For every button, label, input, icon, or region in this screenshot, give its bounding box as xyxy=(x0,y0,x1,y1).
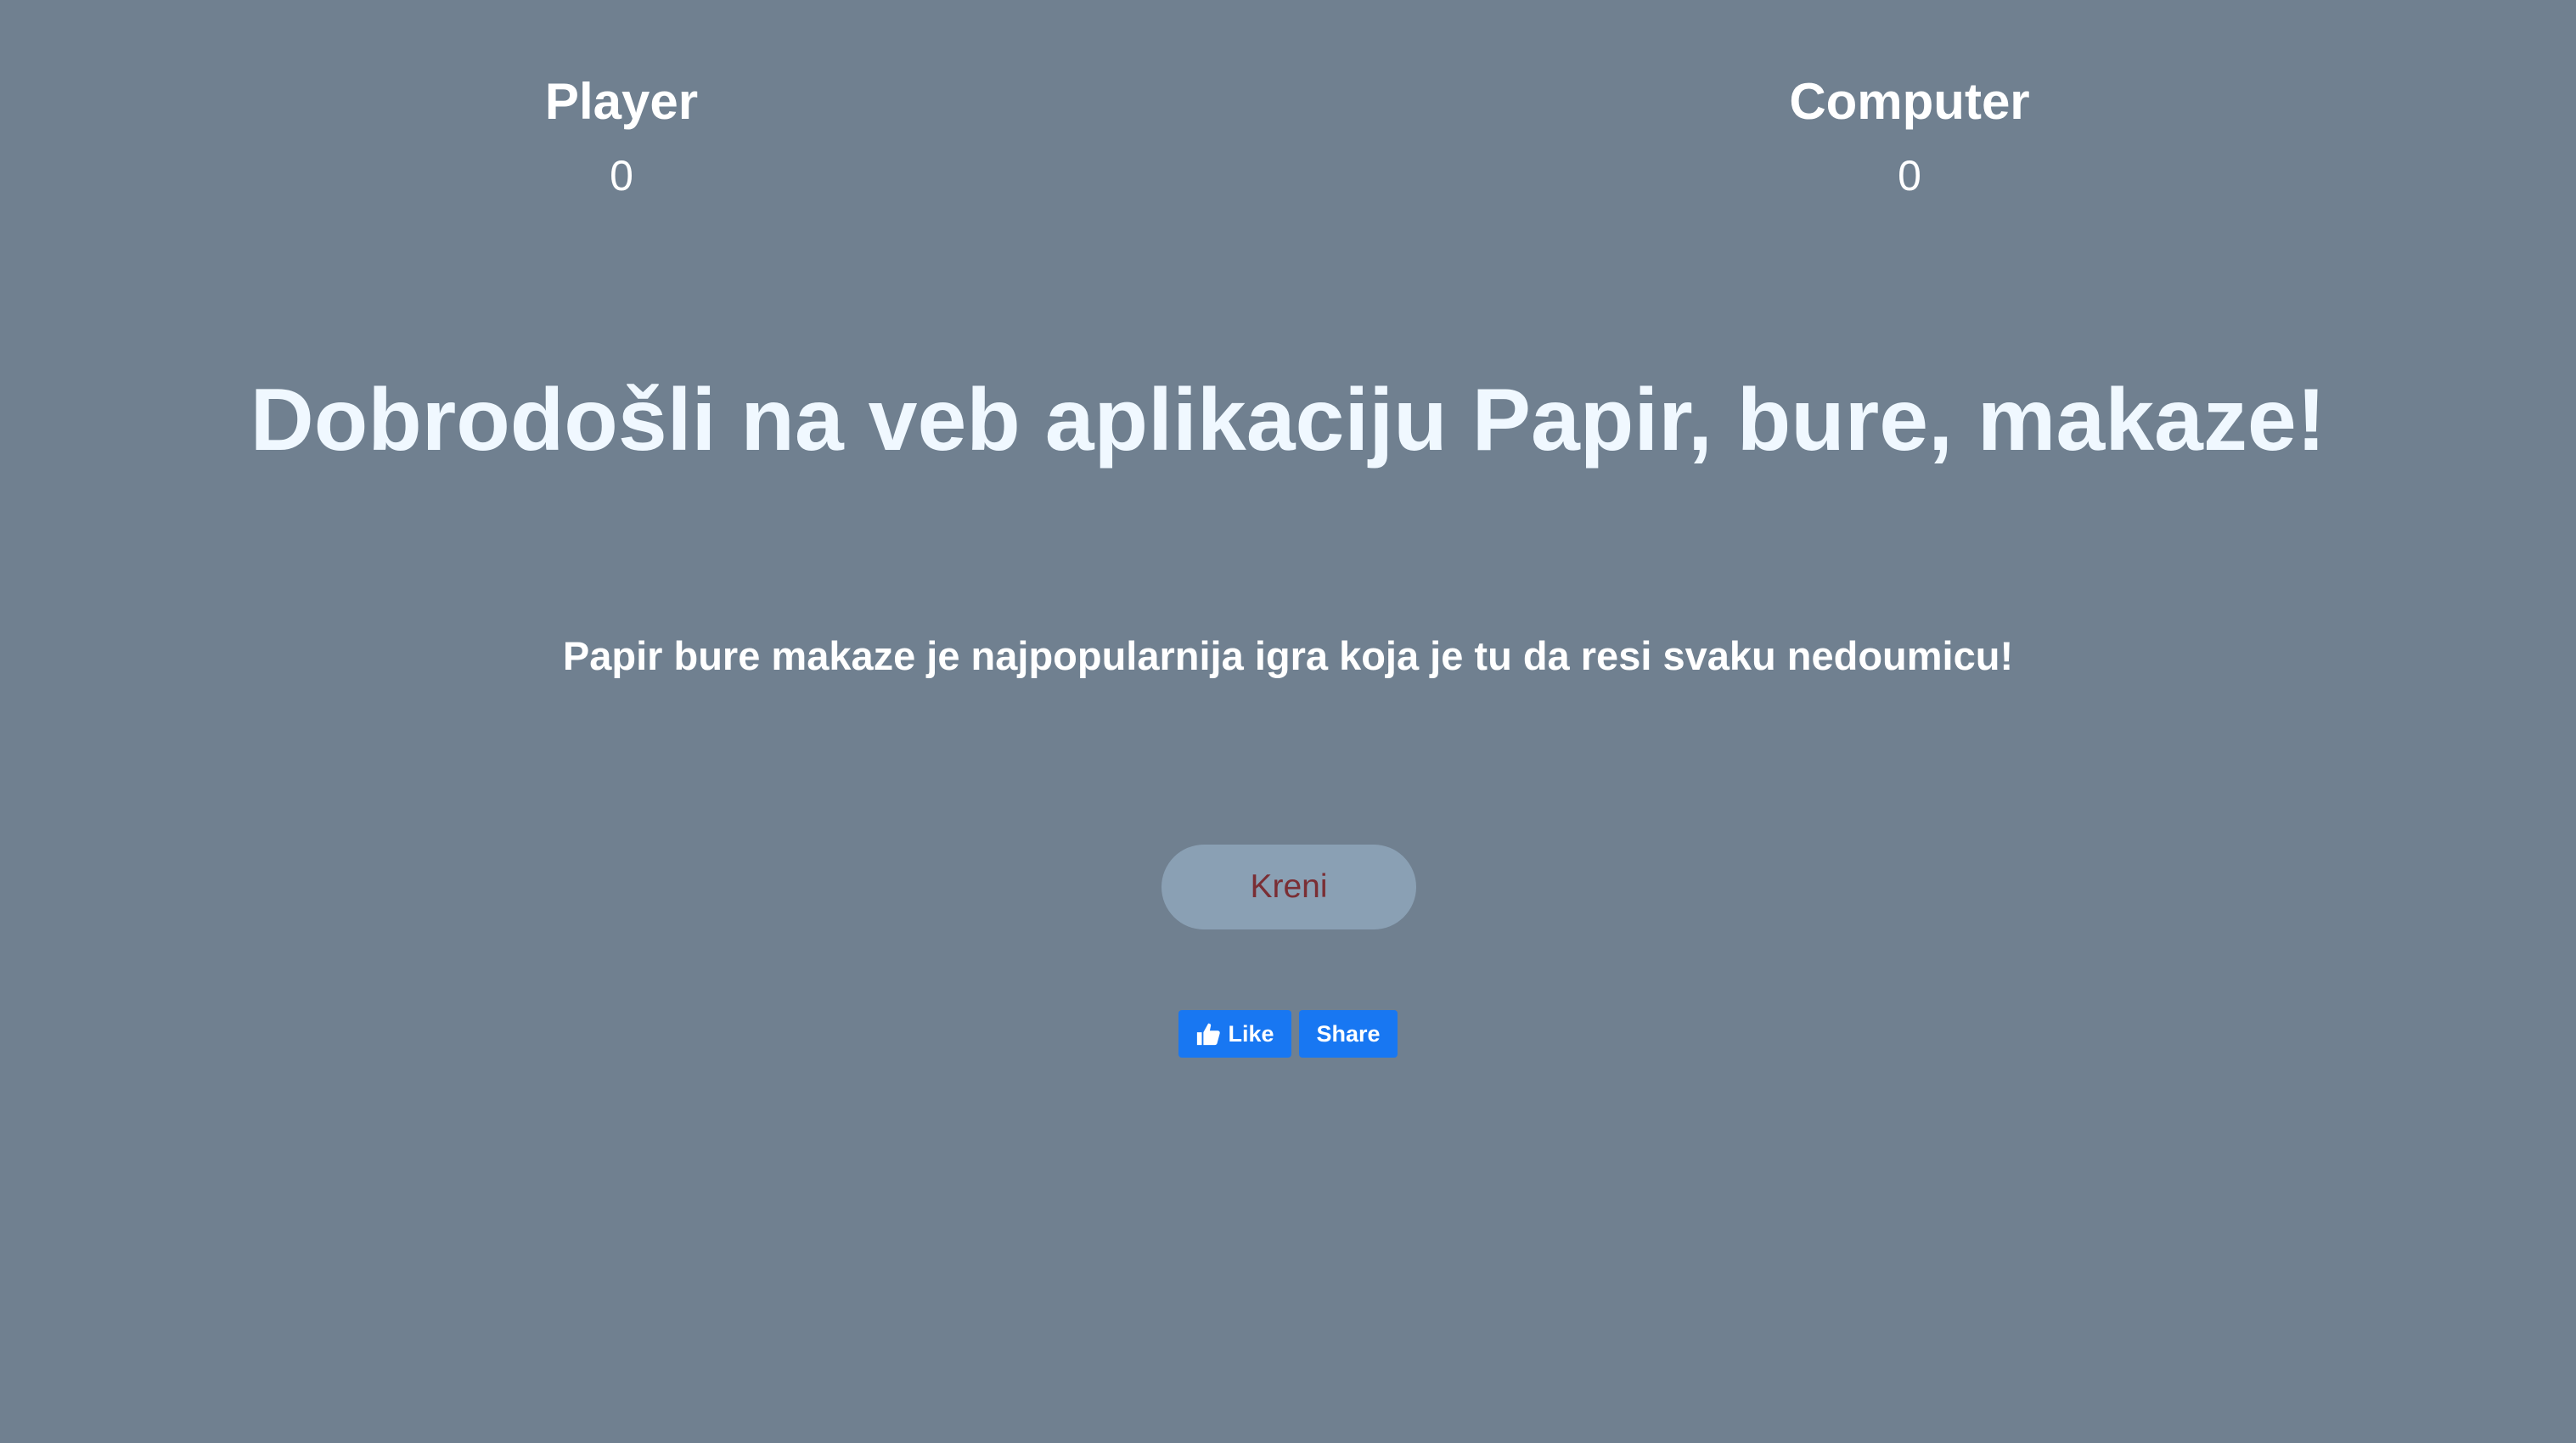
facebook-like-button[interactable]: Like xyxy=(1178,1010,1291,1058)
computer-score-panel: Computer 0 xyxy=(1697,70,2122,204)
computer-label: Computer xyxy=(1789,73,2030,130)
player-score-panel: Player 0 xyxy=(409,70,834,204)
player-label: Player xyxy=(544,73,699,130)
facebook-social-buttons: Like Share xyxy=(1178,1010,1398,1058)
thumbs-up-icon xyxy=(1195,1021,1221,1047)
facebook-like-label: Like xyxy=(1228,1020,1274,1047)
facebook-share-button[interactable]: Share xyxy=(1299,1010,1398,1058)
computer-score: 0 xyxy=(1898,152,1921,199)
welcome-heading: Dobrodošli na veb aplikaciju Papir, bure… xyxy=(250,371,2326,469)
player-score: 0 xyxy=(610,152,633,199)
start-button[interactable]: Kreni xyxy=(1161,845,1416,929)
page: Player 0 Computer 0 Dobrodošli na veb ap… xyxy=(0,0,2576,1443)
intro-text: Papir bure makaze je najpopularnija igra… xyxy=(562,633,2014,678)
